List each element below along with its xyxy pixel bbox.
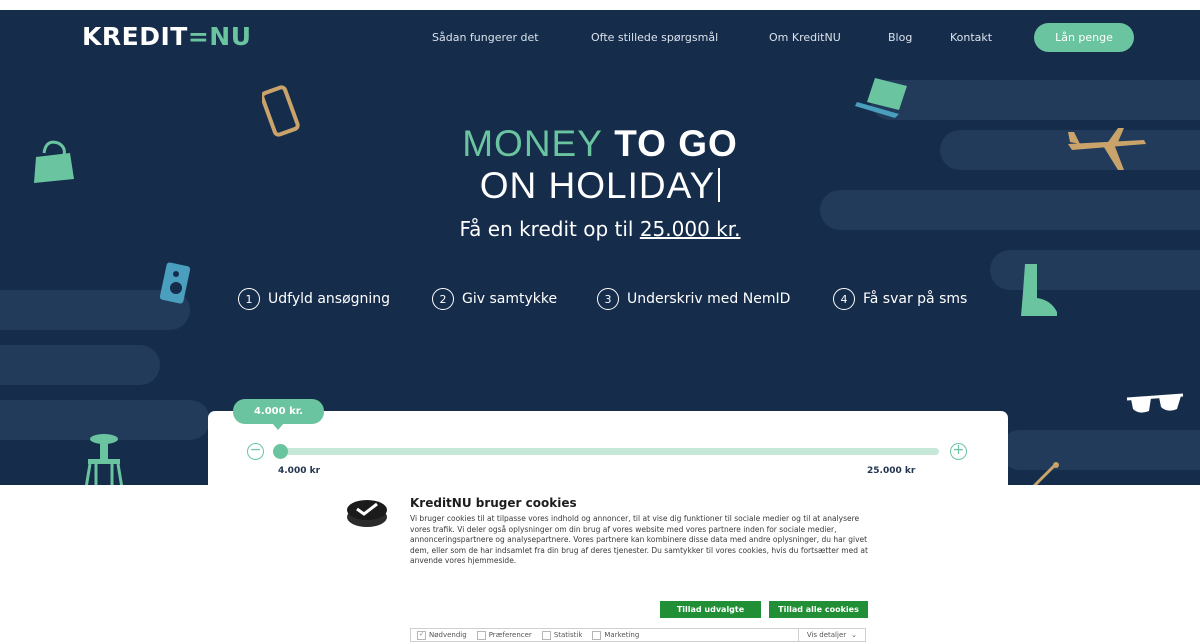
nav-how-it-works[interactable]: Sådan fungerer det <box>432 31 539 44</box>
guitar-icon <box>1032 462 1059 485</box>
slider-min-label: 4.000 kr <box>278 466 321 476</box>
amount-slider-handle[interactable] <box>272 444 288 459</box>
step-number: 4 <box>833 288 855 310</box>
step-2: 2 Giv samtykke <box>432 286 557 312</box>
chevron-down-icon: ⌄ <box>851 631 857 639</box>
step-4: 4 Få svar på sms <box>833 286 967 312</box>
typing-caret <box>718 168 721 202</box>
nav-about[interactable]: Om KreditNU <box>769 31 841 44</box>
step-label: Underskriv med NemID <box>627 291 791 307</box>
step-label: Få svar på sms <box>863 291 968 307</box>
step-number: 3 <box>597 288 619 310</box>
cookie-title: KreditNU bruger cookies <box>410 496 577 510</box>
statistics-checkbox[interactable]: Statistik <box>541 630 582 640</box>
step-number: 2 <box>432 288 454 310</box>
top-edge <box>0 0 1200 10</box>
nav-faq[interactable]: Ofte stillede spørgsmål <box>591 31 718 44</box>
laptop-icon <box>855 78 907 118</box>
show-details-button[interactable]: Vis detaljer ⌄ <box>797 629 865 641</box>
chair-icon <box>84 434 124 485</box>
bg-pill <box>0 345 160 385</box>
selected-amount-tooltip: 4.000 kr. <box>233 399 324 424</box>
tooltip-arrow <box>272 423 284 430</box>
speaker-icon <box>159 262 191 304</box>
kreditnu-logo[interactable]: KREDIT=NU <box>82 22 252 51</box>
nav-blog[interactable]: Blog <box>888 31 912 44</box>
step-3: 3 Underskriv med NemID <box>597 286 790 312</box>
hero-headline: MONEY TO GO <box>462 123 738 164</box>
hero-headline-line2: ON HOLIDAY <box>0 165 1200 207</box>
step-label: Udfyld ansøgning <box>268 291 391 307</box>
nav-contact[interactable]: Kontakt <box>950 31 992 44</box>
necessary-checkbox[interactable]: ✓ Nødvendig <box>417 630 467 640</box>
hero-section: KREDIT=NU Sådan fungerer det Ofte stille… <box>0 0 1200 485</box>
check-icon: ✓ <box>417 630 426 640</box>
decrease-amount-button[interactable]: − <box>247 443 264 460</box>
max-credit-amount: 25.000 kr. <box>639 217 741 241</box>
step-1: 1 Udfyld ansøgning <box>238 286 390 312</box>
bg-pill <box>870 80 1200 120</box>
preferences-checkbox[interactable]: Præferencer <box>476 630 532 640</box>
cookiebot-logo-icon <box>347 500 387 527</box>
borrow-money-button[interactable]: Lån penge <box>1034 23 1134 52</box>
boot-icon <box>1021 264 1057 316</box>
amount-slider-track[interactable] <box>280 448 939 455</box>
cookie-consent-options: ✓ Nødvendig Præferencer Statistik Marketi… <box>410 628 866 642</box>
step-number: 1 <box>238 288 260 310</box>
sunglasses-icon <box>1126 393 1184 413</box>
increase-amount-button[interactable]: + <box>950 443 967 460</box>
cookie-description: Vi bruger cookies til at tilpasse vores … <box>410 514 868 566</box>
hero-subline: Få en kredit op til 25.000 kr. <box>459 217 741 241</box>
slider-max-label: 25.000 kr <box>867 466 916 476</box>
step-label: Giv samtykke <box>462 291 558 307</box>
allow-selected-button[interactable]: Tillad udvalgte <box>660 601 761 618</box>
allow-all-cookies-button[interactable]: Tillad alle cookies <box>769 601 868 618</box>
marketing-checkbox[interactable]: Marketing <box>592 630 639 640</box>
